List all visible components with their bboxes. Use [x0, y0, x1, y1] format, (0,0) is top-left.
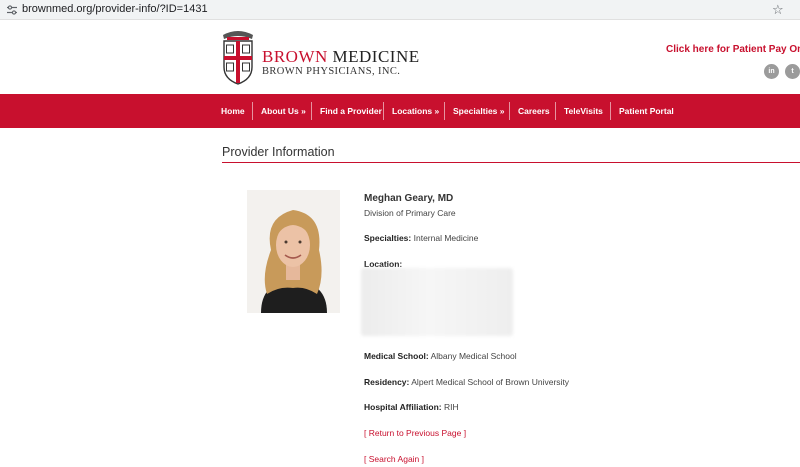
nav-specialties[interactable]: Specialties » [453, 94, 505, 128]
patient-pay-link[interactable]: Click here for Patient Pay Online [666, 44, 800, 55]
provider-medical-school: Medical School: Albany Medical School [364, 351, 517, 361]
search-again-link[interactable]: [ Search Again ] [364, 454, 424, 464]
nav-divider [444, 102, 445, 120]
nav-divider [383, 102, 384, 120]
linkedin-icon[interactable]: in [764, 64, 779, 79]
provider-photo [247, 190, 340, 313]
bookmark-star-icon[interactable]: ☆ [772, 2, 784, 18]
redacted-location-block [361, 268, 513, 336]
nav-locations[interactable]: Locations » [392, 94, 439, 128]
nav-find-provider[interactable]: Find a Provider [320, 94, 382, 128]
nav-divider [610, 102, 611, 120]
provider-hospital-affiliation: Hospital Affiliation: RIH [364, 402, 459, 412]
return-previous-page-link[interactable]: [ Return to Previous Page ] [364, 428, 466, 438]
page-title: Provider Information [222, 145, 335, 159]
nav-divider [311, 102, 312, 120]
nav-divider [555, 102, 556, 120]
provider-division: Division of Primary Care [364, 208, 456, 218]
nav-about-us[interactable]: About Us » [261, 94, 306, 128]
nav-televisits[interactable]: TeleVisits [564, 94, 603, 128]
site-settings-icon[interactable] [6, 4, 18, 16]
nav-patient-portal[interactable]: Patient Portal [619, 94, 674, 128]
url-text[interactable]: brownmed.org/provider-info/?ID=1431 [22, 3, 208, 15]
provider-specialties: Specialties: Internal Medicine [364, 233, 479, 243]
browser-address-bar[interactable]: brownmed.org/provider-info/?ID=1431 ☆ [0, 0, 800, 20]
nav-divider [252, 102, 253, 120]
twitter-icon[interactable]: t [785, 64, 800, 79]
brown-shield-logo-icon[interactable] [221, 29, 255, 85]
title-divider [222, 162, 800, 163]
brand-subtitle: BROWN PHYSICIANS, INC. [262, 66, 401, 77]
nav-home[interactable]: Home [221, 94, 245, 128]
nav-careers[interactable]: Careers [518, 94, 550, 128]
nav-divider [509, 102, 510, 120]
main-nav-bar: Home About Us » Find a Provider Location… [0, 94, 800, 128]
brand-title[interactable]: BROWN MEDICINE [262, 47, 420, 67]
provider-name: Meghan Geary, MD [364, 193, 454, 204]
provider-residency: Residency: Alpert Medical School of Brow… [364, 377, 570, 387]
